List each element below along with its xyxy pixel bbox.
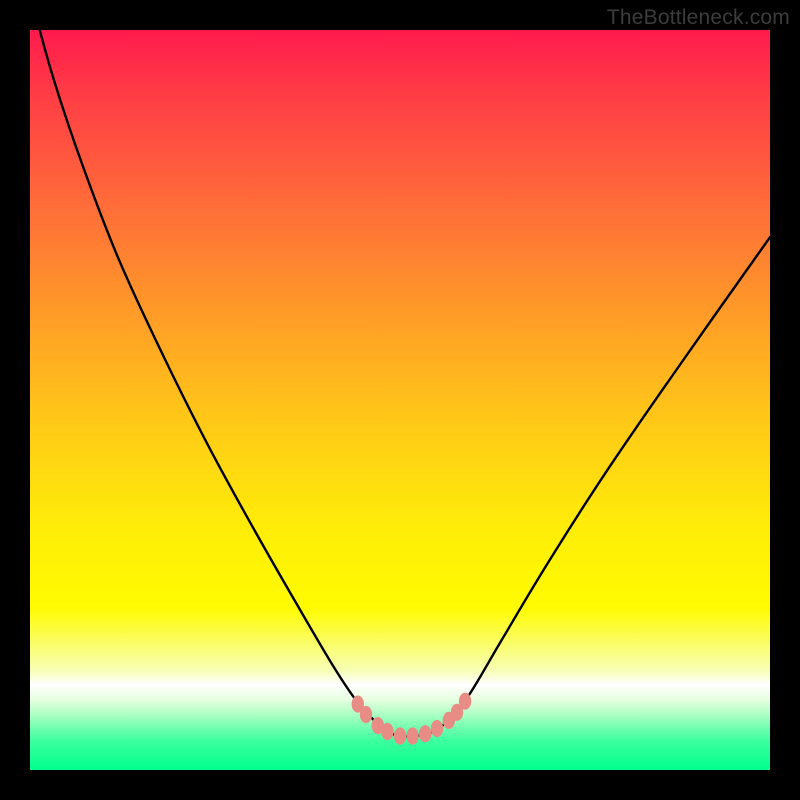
chart-frame: TheBottleneck.com xyxy=(0,0,800,800)
watermark-text: TheBottleneck.com xyxy=(607,6,790,30)
plot-area xyxy=(30,30,770,770)
